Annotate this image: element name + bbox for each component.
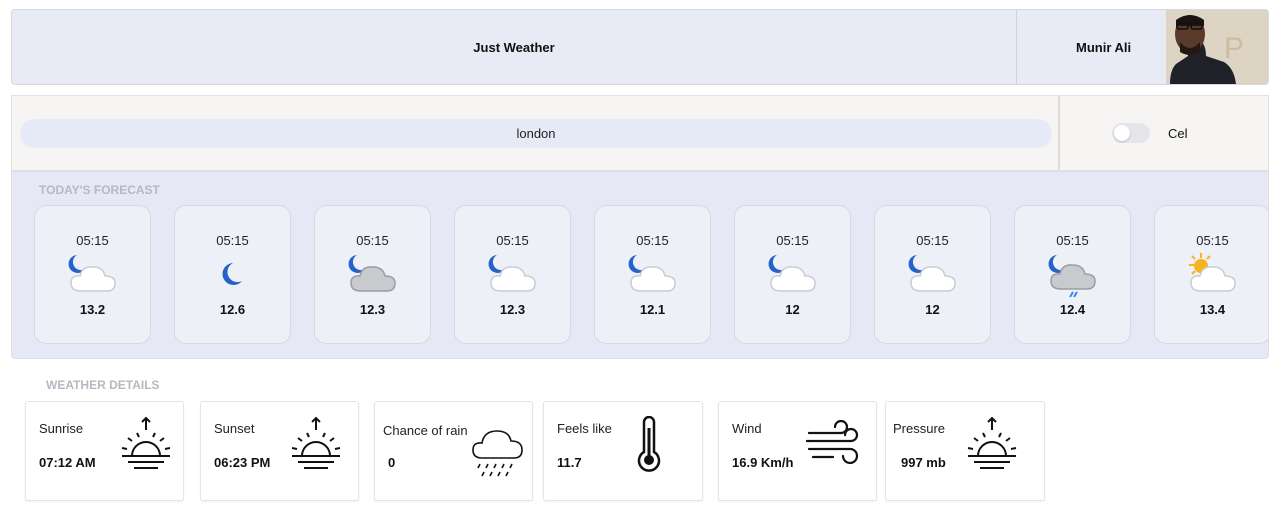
forecast-time: 05:15 [636,233,669,248]
unit-toggle-label: Cel [1168,125,1188,141]
detail-label: Sunrise [39,421,84,436]
forecast-time: 05:15 [776,233,809,248]
detail-value: 06:23 PM [214,455,271,470]
forecast-temp: 12.3 [499,302,526,317]
detail-label: Chance of rain [383,423,468,438]
wind-icon [805,419,859,465]
avatar[interactable]: P [1166,10,1268,84]
detail-value: 16.9 Km/h [732,455,794,470]
forecast-section-label: TODAY'S FORECAST [39,183,160,197]
forecast-time: 05:15 [76,233,109,248]
night-cloud-icon [628,255,676,292]
forecast-time: 05:15 [1196,233,1229,248]
detail-value: 0 [388,455,396,470]
forecast-card[interactable]: 05:15 12.6 [174,205,291,344]
user-name: Munir Ali [1076,39,1132,55]
unit-toggle-group: Cel [1060,96,1268,170]
night-rain-icon [1048,255,1096,297]
forecast-time: 05:15 [356,233,389,248]
forecast-card[interactable]: 05:15 13.4 [1154,205,1268,344]
sunrise-icon [121,416,171,469]
forecast-time: 05:15 [1056,233,1089,248]
forecast-card[interactable]: 05:15 12.3 [454,205,571,344]
moon-icon [222,263,242,285]
forecast-temp: 12 [925,302,940,317]
detail-label: Pressure [893,421,946,436]
user-profile[interactable]: Munir Ali P [1017,10,1268,84]
detail-value: 07:12 AM [39,455,96,470]
forecast-card[interactable]: 05:15 12.4 [1014,205,1131,344]
svg-text:P: P [1224,32,1244,65]
details-section-label: WEATHER DETAILS [46,378,160,392]
forecast-temp: 12.3 [359,302,386,317]
forecast-card[interactable]: 05:15 12.3 [314,205,431,344]
detail-value: 11.7 [557,455,582,470]
app-header: Just Weather Munir Ali P [11,9,1269,85]
detail-card-feels-like: Feels like 11.7 [543,401,703,501]
todays-forecast-panel: TODAY'S FORECAST 05:15 13.2 05:15 12.6 0… [11,171,1269,359]
sun-cloud-icon [1188,253,1236,292]
forecast-temp: 12.4 [1059,302,1086,317]
night-cloud-icon [768,255,816,292]
detail-card-sunrise: Sunrise 07:12 AM [25,401,184,501]
thermometer-icon [637,416,661,472]
detail-value: 997 mb [901,455,946,470]
rain-cloud-icon [472,430,523,477]
forecast-temp: 12.6 [219,302,246,317]
app-title: Just Weather [12,10,1017,84]
pressure-icon [967,416,1017,469]
forecast-temp: 12 [785,302,800,317]
forecast-card[interactable]: 05:15 13.2 [34,205,151,344]
night-cloud-icon [908,255,956,292]
forecast-time: 05:15 [216,233,249,248]
detail-card-wind: Wind 16.9 Km/h [718,401,877,501]
detail-card-pressure: Pressure 997 mb [885,401,1045,501]
sunset-icon [291,416,341,469]
search-wrapper [12,96,1060,170]
forecast-temp: 12.1 [639,302,666,317]
detail-label: Wind [732,421,762,436]
detail-card-chance-of-rain: Chance of rain 0 [374,401,533,501]
forecast-temp: 13.2 [79,302,106,317]
night-cloud-icon [68,255,116,292]
celsius-toggle[interactable] [1112,123,1150,143]
night-dark-cloud-icon [348,255,396,292]
forecast-cards: 05:15 13.2 05:15 12.6 05:15 12.3 05:15 1… [34,205,1268,344]
forecast-card[interactable]: 05:15 12.1 [594,205,711,344]
detail-label: Sunset [214,421,255,436]
forecast-time: 05:15 [496,233,529,248]
night-cloud-icon [488,255,536,292]
forecast-temp: 13.4 [1199,302,1226,317]
forecast-card[interactable]: 05:15 12 [874,205,991,344]
city-search-input[interactable] [20,118,1052,148]
toggle-knob [1114,125,1130,141]
search-bar-row: Cel [11,95,1269,171]
detail-card-sunset: Sunset 06:23 PM [200,401,359,501]
detail-label: Feels like [557,421,612,436]
forecast-card[interactable]: 05:15 12 [734,205,851,344]
forecast-time: 05:15 [916,233,949,248]
